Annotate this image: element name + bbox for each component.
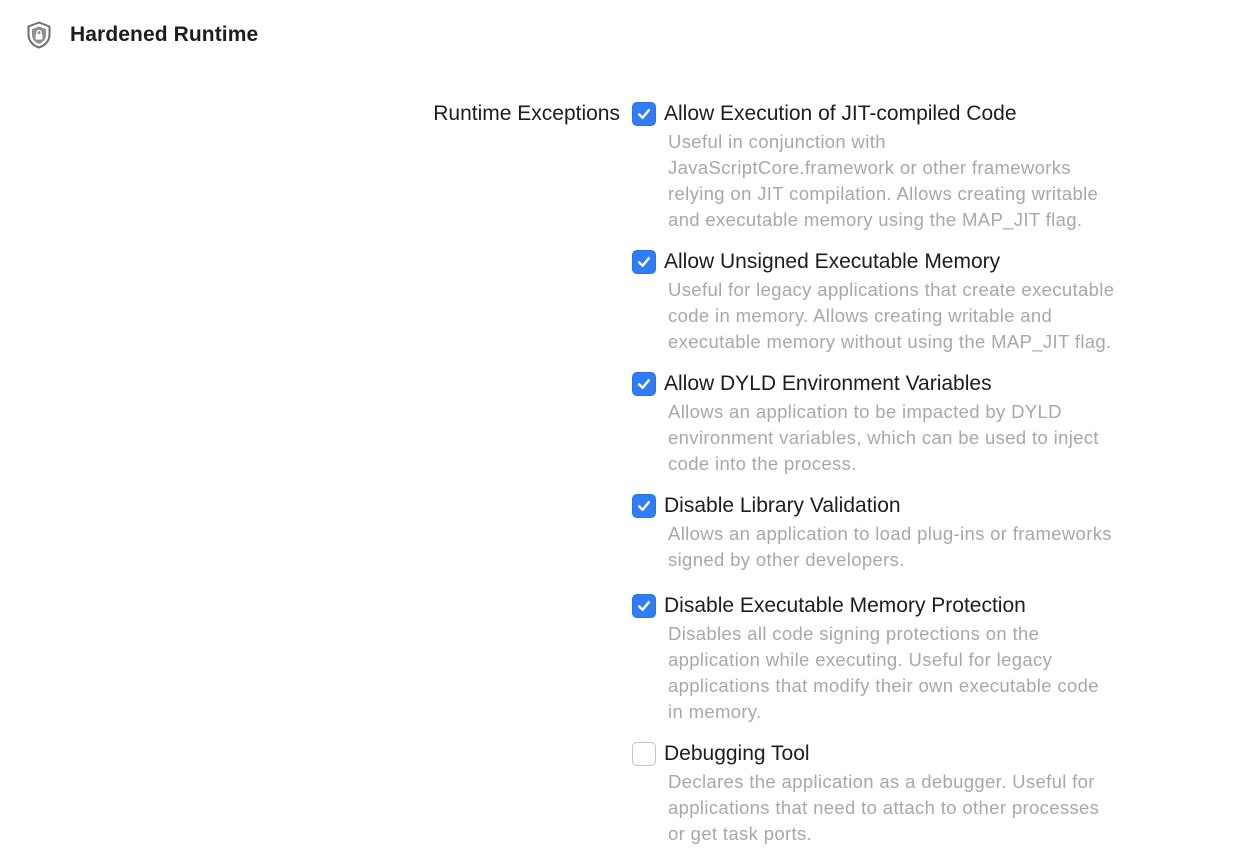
option-label[interactable]: Disable Executable Memory Protection: [664, 592, 1026, 620]
description-line: applications that need to attach to othe…: [668, 797, 1100, 818]
option-description: Declares the application as a debugger. …: [668, 769, 1188, 847]
checkbox-allow-dyld-environment-variables[interactable]: [632, 372, 656, 396]
checkbox-allow-unsigned-executable-memory[interactable]: [632, 250, 656, 274]
option-label[interactable]: Allow Unsigned Executable Memory: [664, 248, 1000, 276]
option-description: Allows an application to load plug-ins o…: [668, 521, 1188, 573]
option-disable-executable-memory-protection: Disable Executable Memory Protection Disa…: [632, 592, 1192, 725]
description-line: code in memory. Allows creating writable…: [668, 305, 1053, 326]
description-line: or get task ports.: [668, 823, 813, 844]
checkmark-icon: [638, 601, 650, 611]
description-line: Allows an application to load plug-ins o…: [668, 523, 1112, 544]
checkbox-disable-executable-memory-protection[interactable]: [632, 594, 656, 618]
option-disable-library-validation: Disable Library Validation Allows an appl…: [632, 492, 1192, 573]
option-allow-execution-of-jit-compiled-code: Allow Execution of JIT-compiled Code Usef…: [632, 100, 1192, 233]
description-line: and executable memory using the MAP_JIT …: [668, 209, 1083, 230]
option-label[interactable]: Disable Library Validation: [664, 492, 901, 520]
option-description: Allows an application to be impacted by …: [668, 399, 1188, 477]
description-line: signed by other developers.: [668, 549, 905, 570]
description-line: Allows an application to be impacted by …: [668, 401, 1062, 422]
option-allow-dyld-environment-variables: Allow DYLD Environment Variables Allows a…: [632, 370, 1192, 477]
option-label[interactable]: Allow DYLD Environment Variables: [664, 370, 992, 398]
runtime-exceptions-list: Allow Execution of JIT-compiled Code Usef…: [0, 0, 1260, 862]
checkbox-row-allow-unsigned-executable-memory[interactable]: Allow Unsigned Executable Memory: [632, 248, 1192, 276]
description-line: JavaScriptCore.framework or other framew…: [668, 157, 1071, 178]
option-label[interactable]: Debugging Tool: [664, 740, 810, 768]
description-line: Declares the application as a debugger. …: [668, 771, 1095, 792]
description-line: Useful in conjunction with: [668, 131, 886, 152]
description-line: executable memory without using the MAP_…: [668, 331, 1112, 352]
description-line: application while executing. Useful for …: [668, 649, 1053, 670]
description-line: code into the process.: [668, 453, 857, 474]
option-debugging-tool: Debugging Tool Declares the application a…: [632, 740, 1192, 847]
description-line: Disables all code signing protections on…: [668, 623, 1040, 644]
description-line: environment variables, which can be used…: [668, 427, 1099, 448]
description-line: relying on JIT compilation. Allows creat…: [668, 183, 1099, 204]
checkmark-icon: [638, 501, 650, 511]
checkbox-row-disable-executable-memory-protection[interactable]: Disable Executable Memory Protection: [632, 592, 1192, 620]
checkmark-icon: [638, 109, 650, 119]
checkmark-icon: [638, 257, 650, 267]
checkbox-debugging-tool[interactable]: [632, 742, 656, 766]
option-description: Useful for legacy applications that crea…: [668, 277, 1188, 355]
checkbox-allow-execution-of-jit-compiled-code[interactable]: [632, 102, 656, 126]
description-line: in memory.: [668, 701, 762, 722]
checkbox-disable-library-validation[interactable]: [632, 494, 656, 518]
description-line: Useful for legacy applications that crea…: [668, 279, 1115, 300]
option-description: Useful in conjunction with JavaScriptCore…: [668, 129, 1188, 233]
checkbox-row-allow-dyld-environment-variables[interactable]: Allow DYLD Environment Variables: [632, 370, 1192, 398]
option-allow-unsigned-executable-memory: Allow Unsigned Executable Memory Useful f…: [632, 248, 1192, 355]
checkbox-row-disable-library-validation[interactable]: Disable Library Validation: [632, 492, 1192, 520]
description-line: applications that modify their own execu…: [668, 675, 1099, 696]
option-label[interactable]: Allow Execution of JIT-compiled Code: [664, 100, 1017, 128]
checkbox-row-allow-execution-of-jit-compiled-code[interactable]: Allow Execution of JIT-compiled Code: [632, 100, 1192, 128]
checkmark-icon: [638, 379, 650, 389]
option-description: Disables all code signing protections on…: [668, 621, 1188, 725]
checkbox-row-debugging-tool[interactable]: Debugging Tool: [632, 740, 1192, 768]
